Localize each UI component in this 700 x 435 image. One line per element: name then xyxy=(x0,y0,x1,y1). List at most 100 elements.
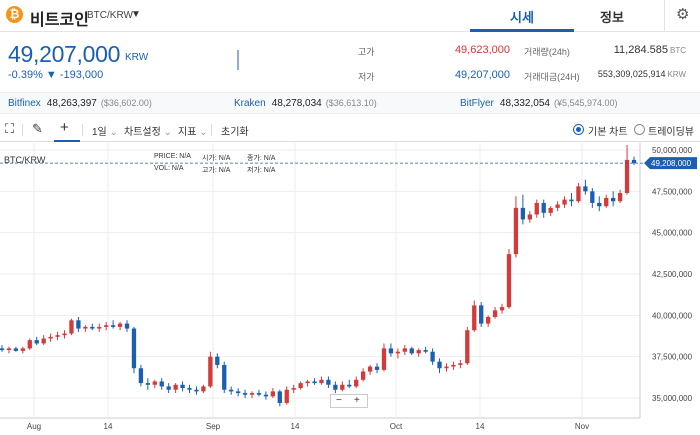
candle-body xyxy=(631,159,637,164)
current-price: 49,207,000 xyxy=(8,41,121,67)
interval-select[interactable]: 1일 ⌄ xyxy=(92,123,118,138)
chevron-down-icon: ⌄ xyxy=(109,127,118,138)
candle-body xyxy=(340,384,345,390)
y-tick-label: 50,000,000 xyxy=(652,146,693,155)
reset-button[interactable]: 초기화 xyxy=(221,123,249,138)
candle-body xyxy=(55,335,60,337)
candle-body xyxy=(298,383,303,389)
candle-body xyxy=(83,326,88,329)
candle-body xyxy=(208,356,213,387)
candle-body xyxy=(319,379,324,384)
x-tick-label: Oct xyxy=(390,422,403,431)
crosshair-icon[interactable]: + xyxy=(60,119,69,136)
candle-body xyxy=(145,383,150,385)
divider xyxy=(82,124,83,136)
coin-pair[interactable]: BTC/KRW xyxy=(87,10,133,21)
legend-close: 종가: N/A xyxy=(247,155,276,162)
candle-body xyxy=(249,393,255,395)
mini-sparkline xyxy=(237,50,239,70)
candle-body xyxy=(41,338,46,344)
candle-body xyxy=(527,214,532,220)
low-label: 저가 xyxy=(358,72,375,82)
basic-chart-radio[interactable] xyxy=(573,124,584,135)
candle-body xyxy=(367,366,373,372)
candle-body xyxy=(486,316,491,324)
candle-body xyxy=(291,388,296,390)
candle-body xyxy=(312,381,317,384)
divider xyxy=(22,124,23,136)
candle-body xyxy=(201,386,206,392)
candle-body xyxy=(479,305,484,324)
trade-amount-number: 553,309,025,914 xyxy=(597,69,666,79)
chart-settings-label: 차트설정 xyxy=(124,127,161,138)
candle-body xyxy=(458,363,463,365)
x-tick-label: 14 xyxy=(291,422,300,431)
candle-body xyxy=(235,391,241,394)
fullscreen-icon[interactable]: ⛶ xyxy=(5,121,14,137)
trade-amount-unit: KRW xyxy=(667,70,686,79)
exchange-name[interactable]: Kraken xyxy=(234,98,266,109)
candle-body xyxy=(180,384,185,389)
candle-body xyxy=(569,199,574,202)
indicators-label: 지표 xyxy=(178,127,197,138)
candle-body xyxy=(395,351,401,354)
exchange-bitfinex[interactable]: Bitfinex 48,263,397 ($36,602.00) xyxy=(8,98,152,109)
candle-body xyxy=(20,348,25,351)
exchange-name[interactable]: Bitfinex xyxy=(8,98,41,109)
candlestick-chart[interactable]: 50,000,000 47,500,000 45,000,000 42,500,000… xyxy=(0,143,700,435)
exchange-bitflyer[interactable]: BitFlyer 48,332,054 (¥5,545,974.00) xyxy=(460,98,618,109)
candle-body xyxy=(215,356,220,365)
indicators-select[interactable]: 지표 ⌄ xyxy=(178,123,208,138)
candle-body xyxy=(562,199,567,205)
legend-low: 저가: N/A xyxy=(247,167,276,174)
volume-unit: BTC xyxy=(670,46,686,55)
chart-canvas[interactable]: 50,000,000 47,500,000 45,000,000 42,500,000… xyxy=(0,143,700,435)
tab-market[interactable]: 시세 xyxy=(470,7,574,26)
candle-body xyxy=(437,361,442,369)
low-value: 49,207,000 xyxy=(454,69,510,81)
tradingview-label[interactable]: 트레이딩뷰 xyxy=(648,123,694,138)
candle-body xyxy=(277,391,282,403)
candle-body xyxy=(69,320,74,334)
chart-settings-select[interactable]: 차트설정 ⌄ xyxy=(124,123,172,138)
y-tick-label: 37,500,000 xyxy=(652,353,693,362)
candle-body xyxy=(555,204,560,208)
candle-body xyxy=(326,379,331,385)
exchange-value: 48,332,054 xyxy=(499,98,550,109)
gear-icon[interactable]: ⚙ xyxy=(676,5,689,23)
candle-body xyxy=(624,159,630,193)
candle-body xyxy=(499,307,505,311)
bitcoin-icon: ₿ xyxy=(6,6,23,23)
candle-body xyxy=(222,364,227,390)
candle-body xyxy=(597,202,602,207)
candle-body xyxy=(0,348,5,351)
candle-body xyxy=(90,326,95,329)
coin-select-dropdown-icon[interactable]: ▼ xyxy=(131,9,141,20)
current-price-tag-label: 49,208,000 xyxy=(651,159,692,168)
exchange-name[interactable]: BitFlyer xyxy=(460,98,494,109)
volume-value: 11,284.585 BTC xyxy=(538,44,686,56)
candle-body xyxy=(131,328,137,369)
legend-price: PRICE: N/A xyxy=(154,153,191,160)
zoom-out-button[interactable]: − xyxy=(336,395,342,406)
exchange-value: 48,278,034 xyxy=(271,98,322,109)
header: ₿ 비트코인 BTC/KRW ▼ 시세 정보 ⚙ xyxy=(0,0,700,32)
trade-amount-value: 553,309,025,914 KRW xyxy=(538,69,686,79)
tradingview-radio[interactable] xyxy=(634,124,645,135)
pencil-icon[interactable]: ✎ xyxy=(32,121,43,137)
candle-body xyxy=(48,336,53,339)
candle-body xyxy=(263,394,269,397)
x-tick-label: 14 xyxy=(104,422,113,431)
zoom-in-button[interactable]: + xyxy=(354,395,360,406)
candle-body xyxy=(617,192,623,202)
candle-body xyxy=(333,384,338,390)
candle-body xyxy=(416,350,421,354)
exchange-kraken[interactable]: Kraken 48,278,034 ($36,613.10) xyxy=(234,98,377,109)
price-change: -0.39% ▼ -193,000 xyxy=(8,69,104,81)
legend-volume: VOL: N/A xyxy=(154,165,184,172)
tab-info[interactable]: 정보 xyxy=(560,7,664,26)
coin-name[interactable]: 비트코인 xyxy=(30,6,89,30)
candle-body xyxy=(194,389,199,392)
chart-toolbar: ⛶ ✎ + 1일 ⌄ 차트설정 ⌄ 지표 ⌄ 초기화 기본 차트 트레이딩뷰 xyxy=(0,118,700,142)
basic-chart-label[interactable]: 기본 차트 xyxy=(588,123,628,138)
